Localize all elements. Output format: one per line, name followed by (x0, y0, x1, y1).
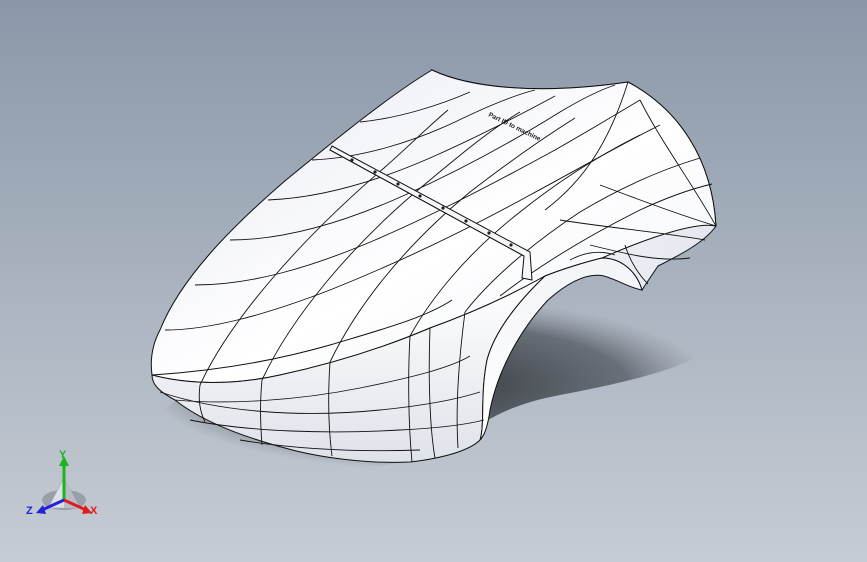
view-orientation-triad[interactable]: X Y Z (26, 448, 106, 522)
shell-body[interactable] (150, 68, 717, 463)
y-axis-label: Y (59, 449, 67, 461)
3d-model-view[interactable]: Part ID to machine (0, 0, 867, 562)
graphics-viewport[interactable]: Part ID to machine X Y Z (0, 0, 867, 562)
x-axis-label: X (90, 505, 98, 517)
z-axis-label: Z (26, 505, 33, 517)
